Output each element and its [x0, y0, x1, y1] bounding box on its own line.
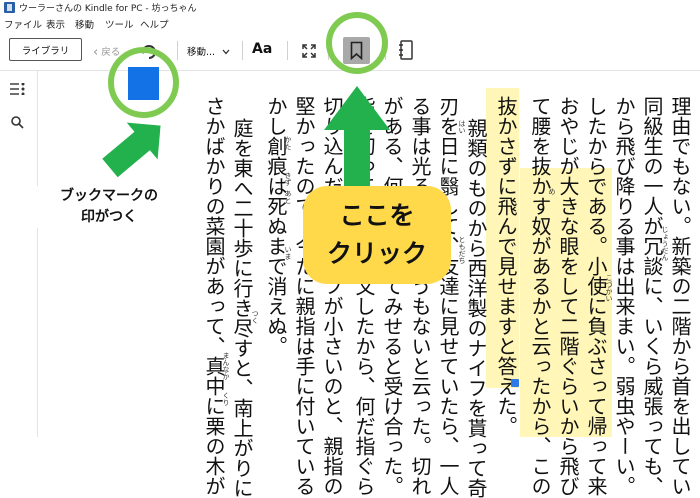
page-text-column: 刃を日に翳して、友達に見せていたら、一人: [436, 96, 460, 496]
page-text-column: る事は光るが切れそうもないと云った。切れ: [408, 96, 432, 496]
menu-go[interactable]: 移動: [75, 17, 94, 31]
window-title: ウーラーさんの Kindle for PC - 坊っちゃん: [19, 4, 197, 14]
page-text-column: 同級生の一人が冗談に、いくら威張っても、: [640, 96, 664, 496]
menu-view[interactable]: 表示: [46, 17, 65, 31]
page-text-column: がある、何でも切ってみせると受け合った。: [380, 96, 404, 496]
ruby-text: じょうだん: [661, 226, 669, 261]
menu-tools[interactable]: ツール: [105, 17, 134, 31]
annotation-line: 印がつく: [81, 209, 137, 225]
diagonal-arrow-icon: [102, 122, 161, 178]
font-settings-button[interactable]: Aa: [252, 41, 272, 57]
menu-file[interactable]: ファイル: [4, 17, 42, 31]
toolbar-divider: [287, 41, 288, 60]
table-of-contents-icon[interactable]: [10, 80, 25, 99]
ruby-text: こづかい: [605, 274, 613, 302]
back-label: 戻る: [101, 47, 121, 58]
toolbar-divider: [177, 41, 178, 60]
ruby-text: きず: [284, 172, 292, 186]
click-here-callout: ここを クリック: [303, 186, 451, 284]
ruby-text: まんなか: [222, 352, 230, 380]
go-to-dropdown[interactable]: 移動...: [187, 44, 230, 58]
ruby-text: ともだち: [458, 236, 466, 264]
ruby-text: あと: [284, 190, 292, 204]
callout-line: クリック: [326, 239, 427, 268]
ruby-text: め: [548, 188, 556, 195]
page-text-column: 指を切ってみろと注文したから、何だ指ぐら: [352, 96, 376, 496]
highlight-ring: [108, 47, 179, 118]
back-button[interactable]: ‹ 戻る: [93, 44, 121, 60]
notebook-icon[interactable]: [398, 40, 414, 64]
left-sidebar: [0, 70, 38, 437]
page-text-column: 堅かったので、今だに親指は手に付いている: [292, 96, 316, 496]
highlight-ring: [326, 12, 388, 74]
chevron-left-icon: ‹: [93, 45, 99, 60]
callout-line: ここを: [339, 201, 415, 230]
page-text-column: かし創痕は死ぬまで消えぬ。: [264, 96, 288, 356]
ruby-text: かた: [284, 136, 292, 150]
page-text-column: から飛び降りる事は出来まい。弱虫やーい。: [612, 96, 636, 496]
ruby-text: くり: [222, 392, 230, 406]
menu-help[interactable]: ヘルプ: [140, 17, 169, 31]
page-text-column: 親類のものから西洋製のナイフを貰って奇: [464, 118, 488, 498]
ruby-text: いま: [284, 246, 292, 260]
ruby-text: はい: [458, 120, 466, 134]
page-text-column: さかばかりの菜園があって、真中に栗の木が: [202, 96, 226, 496]
page-text-column: 庭を東へ二十歩に行き尽すと、南上がりに: [230, 118, 254, 498]
search-icon[interactable]: [11, 114, 24, 133]
bookmark-annotation-label: ブックマークの 印がつく: [34, 186, 184, 228]
fullscreen-icon[interactable]: [302, 43, 316, 62]
page-text-column: おやじが大きな眼をして二階ぐらいから飛び: [556, 96, 580, 496]
annotation-line: ブックマークの: [60, 188, 158, 204]
page-text-column: 理由でもない。新築の二階から首を出してい: [668, 96, 692, 496]
chevron-down-icon: [222, 47, 230, 58]
page-text-column: 切り込んだ。幸ナイフが小さいのと、親指の: [320, 96, 344, 496]
kindle-app-icon: [4, 2, 15, 13]
library-button[interactable]: ライブラリ: [9, 38, 82, 61]
ruby-text: つく: [251, 310, 259, 324]
toolbar-divider: [242, 41, 243, 60]
go-to-label: 移動...: [187, 47, 216, 58]
page-text-column: て腰を抜かす奴があるかと云ったから、この: [528, 96, 552, 496]
note-marker-icon[interactable]: [511, 379, 519, 387]
